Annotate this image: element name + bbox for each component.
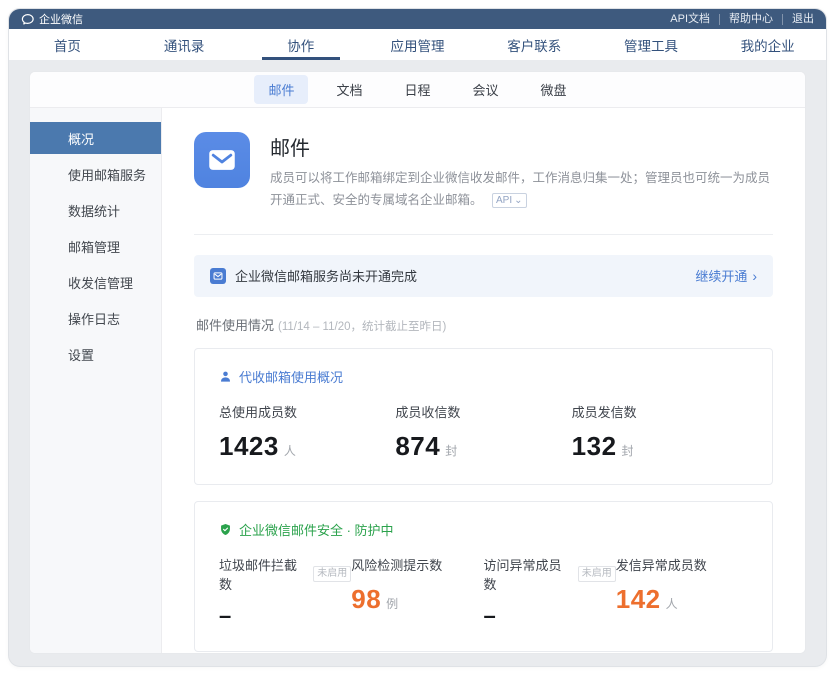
- stat-risk-alerts: 风险检测提示数 98 例: [351, 555, 483, 629]
- primary-nav: 首页 通讯录 协作 应用管理 客户联系 管理工具 我的企业: [9, 29, 826, 60]
- wechat-work-logo-icon: [21, 13, 34, 26]
- topbar-links: API文档 帮助中心 退出: [661, 14, 814, 25]
- help-center-link[interactable]: 帮助中心: [719, 14, 782, 25]
- sidebar-item-send-receive[interactable]: 收发信管理: [30, 266, 161, 298]
- nav-tab-apps[interactable]: 应用管理: [359, 29, 476, 60]
- api-docs-link[interactable]: API文档: [661, 14, 719, 25]
- mail-badge-icon: [210, 268, 226, 284]
- main-panel: 邮件 成员可以将工作邮箱绑定到企业微信收发邮件，工作消息归集一处；管理员也可统一…: [162, 108, 805, 653]
- stat-value: –: [219, 603, 232, 629]
- mailbox-usage-card: 代收邮箱使用概况 总使用成员数 1423 人 成员收信数: [194, 348, 773, 485]
- app-description: 成员可以将工作邮箱绑定到企业微信收发邮件，工作消息归集一处；管理员也可统一为成员…: [270, 168, 773, 212]
- content-container: 邮件 文档 日程 会议 微盘 概况 使用邮箱服务 数据统计 邮箱管理 收发信管理…: [29, 71, 806, 654]
- usage-stats: 总使用成员数 1423 人 成员收信数 874 封: [219, 402, 748, 462]
- usage-section-label: 邮件使用情况 (11/14 – 11/20，统计截止至昨日): [196, 315, 771, 334]
- stat-value: 1423: [219, 431, 279, 462]
- stat-unit: 人: [666, 595, 678, 612]
- subnav-tab-calendar[interactable]: 日程: [390, 75, 444, 104]
- brand-title: 企业微信: [39, 11, 83, 27]
- mail-app-icon: [194, 132, 250, 188]
- topbar: 企业微信 API文档 帮助中心 退出: [9, 9, 826, 29]
- chevron-right-icon: ›: [752, 269, 757, 283]
- sidebar-item-settings[interactable]: 设置: [30, 338, 161, 370]
- security-stats: 垃圾邮件拦截数 未启用 – 风险检测提示数 98 例: [219, 555, 748, 629]
- stat-mails-sent: 成员发信数 132 封: [572, 402, 748, 462]
- logout-link[interactable]: 退出: [782, 14, 814, 25]
- notice-left: 企业微信邮箱服务尚未开通完成: [210, 266, 417, 285]
- stat-unit: 封: [445, 442, 457, 459]
- stat-value: –: [484, 603, 497, 629]
- stat-total-members: 总使用成员数 1423 人: [219, 402, 395, 462]
- stat-value: 874: [395, 431, 440, 462]
- security-card-header: 企业微信邮件安全 · 防护中: [219, 520, 748, 539]
- disabled-badge: 未启用: [313, 566, 351, 582]
- stat-unit: 封: [622, 442, 634, 459]
- stat-value: 132: [572, 431, 617, 462]
- divider: [194, 234, 773, 235]
- stat-abnormal-access: 访问异常成员数 未启用 –: [484, 555, 616, 629]
- api-dropdown-button[interactable]: API ⌄: [492, 193, 527, 208]
- person-icon: [219, 370, 232, 383]
- nav-tab-contacts[interactable]: 通讯录: [126, 29, 243, 60]
- stat-unit: 例: [386, 595, 398, 612]
- stat-value: 98: [351, 584, 381, 615]
- sidebar-item-mailbox-management[interactable]: 邮箱管理: [30, 230, 161, 262]
- usage-card-header: 代收邮箱使用概况: [219, 367, 748, 386]
- sidebar-item-overview[interactable]: 概况: [30, 122, 161, 154]
- subnav-tab-meeting[interactable]: 会议: [459, 75, 513, 104]
- app-header-text: 邮件 成员可以将工作邮箱绑定到企业微信收发邮件，工作消息归集一处；管理员也可统一…: [270, 132, 773, 212]
- subnav-tab-mail[interactable]: 邮件: [254, 75, 308, 104]
- secondary-nav: 邮件 文档 日程 会议 微盘: [30, 72, 805, 108]
- chevron-down-icon: ⌄: [514, 194, 522, 207]
- nav-tab-my-company[interactable]: 我的企业: [709, 29, 826, 60]
- notice-text: 企业微信邮箱服务尚未开通完成: [235, 266, 417, 285]
- brand: 企业微信: [21, 11, 83, 27]
- sidebar: 概况 使用邮箱服务 数据统计 邮箱管理 收发信管理 操作日志 设置: [30, 108, 162, 653]
- mail-security-card: 企业微信邮件安全 · 防护中 垃圾邮件拦截数 未启用 –: [194, 501, 773, 652]
- setup-notice-bar: 企业微信邮箱服务尚未开通完成 继续开通 ›: [194, 255, 773, 297]
- stat-abnormal-senders: 发信异常成员数 142 人: [616, 555, 748, 629]
- disabled-badge: 未启用: [578, 566, 616, 582]
- sidebar-item-operation-log[interactable]: 操作日志: [30, 302, 161, 334]
- sidebar-item-mail-service[interactable]: 使用邮箱服务: [30, 158, 161, 190]
- nav-tab-admin-tools[interactable]: 管理工具: [593, 29, 710, 60]
- app-window: 企业微信 API文档 帮助中心 退出 首页 通讯录 协作 应用管理 客户联系 管…: [8, 8, 827, 667]
- continue-setup-link[interactable]: 继续开通 ›: [695, 266, 757, 285]
- usage-section-title: 邮件使用情况: [196, 315, 274, 334]
- subnav-tab-drive[interactable]: 微盘: [527, 75, 581, 104]
- subnav-tab-docs[interactable]: 文档: [322, 75, 376, 104]
- stat-mails-received: 成员收信数 874 封: [395, 402, 571, 462]
- shield-check-icon: [219, 523, 232, 536]
- nav-tab-home[interactable]: 首页: [9, 29, 126, 60]
- stat-unit: 人: [284, 442, 296, 459]
- stat-value: 142: [616, 584, 661, 615]
- stat-spam-blocked: 垃圾邮件拦截数 未启用 –: [219, 555, 351, 629]
- page-title: 邮件: [270, 132, 773, 161]
- nav-tab-collaboration[interactable]: 协作: [242, 29, 359, 60]
- usage-section-subtitle: (11/14 – 11/20，统计截止至昨日): [278, 318, 446, 334]
- nav-tab-customers[interactable]: 客户联系: [476, 29, 593, 60]
- sidebar-item-statistics[interactable]: 数据统计: [30, 194, 161, 226]
- app-header: 邮件 成员可以将工作邮箱绑定到企业微信收发邮件，工作消息归集一处；管理员也可统一…: [194, 132, 773, 212]
